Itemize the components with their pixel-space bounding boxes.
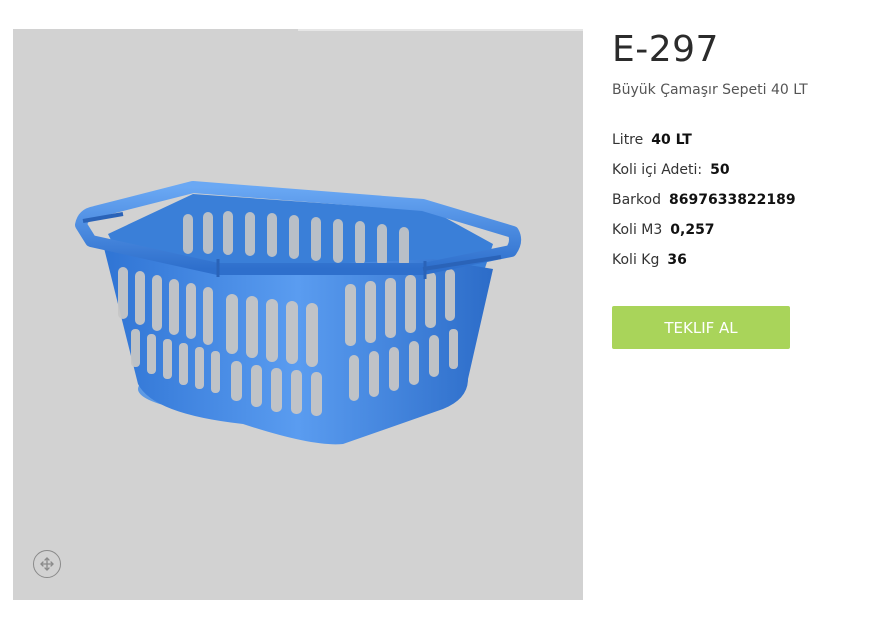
spec-value: 50 — [710, 162, 730, 178]
spec-row-litre: Litre 40 LT — [612, 130, 882, 160]
spec-row-koli-ici-adeti: Koli içi Adeti: 50 — [612, 160, 882, 190]
spec-value: 8697633822189 — [669, 192, 796, 208]
product-image — [75, 181, 522, 445]
spec-row-koli-kg: Koli Kg 36 — [612, 250, 882, 280]
spec-label: Koli M3 — [612, 222, 663, 238]
product-name: Büyük Çamaşır Sepeti 40 LT — [612, 82, 808, 98]
request-quote-button[interactable]: TEKLIF AL — [612, 306, 790, 349]
spec-label: Koli içi Adeti: — [612, 162, 703, 178]
product-code: E-297 — [612, 29, 719, 70]
spec-list: Litre 40 LT Koli içi Adeti: 50 Barkod 86976… — [612, 130, 882, 280]
spec-label: Koli Kg — [612, 252, 660, 268]
spec-row-koli-m3: Koli M3 0,257 — [612, 220, 882, 250]
spec-value: 40 LT — [651, 132, 692, 148]
spec-label: Litre — [612, 132, 644, 148]
spec-value: 0,257 — [670, 222, 715, 238]
zoom-button[interactable] — [33, 550, 61, 578]
spec-label: Barkod — [612, 192, 661, 208]
move-arrows-icon — [40, 557, 54, 571]
product-details: E-297 Büyük Çamaşır Sepeti 40 LT Litre 40… — [612, 28, 882, 280]
spec-row-barkod: Barkod 8697633822189 — [612, 190, 882, 220]
product-gallery — [13, 29, 583, 600]
spec-value: 36 — [667, 252, 687, 268]
